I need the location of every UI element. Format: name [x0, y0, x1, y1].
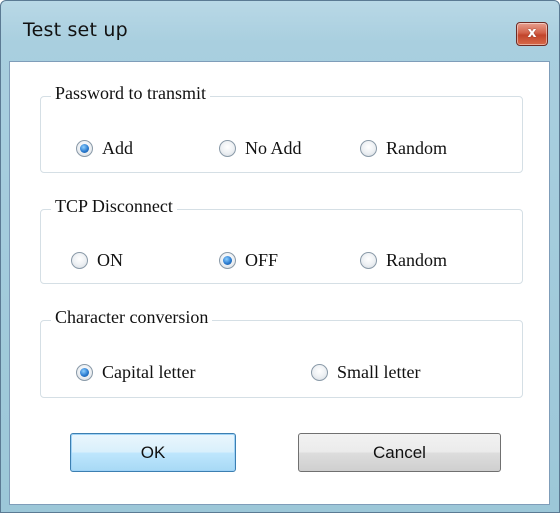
- group-label: Password to transmit: [51, 83, 210, 104]
- radio-password-no-add[interactable]: No Add: [219, 138, 302, 159]
- radio-button-icon[interactable]: [219, 140, 236, 157]
- radio-label: Small letter: [337, 362, 421, 382]
- password-to-transmit-group: Password to transmit Add No Add Random: [40, 83, 523, 173]
- radio-label: Random: [386, 138, 447, 158]
- dialog-client-area: Password to transmit Add No Add Random T…: [9, 61, 550, 505]
- radio-label: Add: [102, 138, 133, 158]
- radio-label: No Add: [245, 138, 302, 158]
- radio-capital-letter[interactable]: Capital letter: [76, 362, 195, 383]
- cancel-button[interactable]: Cancel: [298, 433, 501, 472]
- close-button[interactable]: x: [516, 22, 548, 46]
- radio-button-icon[interactable]: [76, 364, 93, 381]
- radio-button-icon[interactable]: [76, 140, 93, 157]
- radio-tcp-off[interactable]: OFF: [219, 250, 278, 271]
- radio-label: ON: [97, 250, 123, 270]
- window-title: Test set up: [23, 19, 128, 41]
- radio-label: Capital letter: [102, 362, 196, 382]
- radio-button-icon[interactable]: [311, 364, 328, 381]
- ok-button[interactable]: OK: [70, 433, 236, 472]
- radio-button-icon[interactable]: [360, 140, 377, 157]
- radio-button-icon[interactable]: [219, 252, 236, 269]
- radio-tcp-random[interactable]: Random: [360, 250, 447, 271]
- group-label: TCP Disconnect: [51, 196, 177, 217]
- radio-button-icon[interactable]: [360, 252, 377, 269]
- character-conversion-group: Character conversion Capital letter Smal…: [40, 307, 523, 398]
- radio-label: Random: [386, 250, 447, 270]
- radio-password-random[interactable]: Random: [360, 138, 447, 159]
- group-label: Character conversion: [51, 307, 213, 328]
- radio-password-add[interactable]: Add: [76, 138, 133, 159]
- dialog-window: Test set up x Password to transmit Add N…: [0, 0, 560, 513]
- title-bar[interactable]: Test set up x: [1, 1, 559, 61]
- radio-small-letter[interactable]: Small letter: [311, 362, 420, 383]
- close-icon: x: [527, 25, 537, 41]
- radio-label: OFF: [245, 250, 279, 270]
- radio-button-icon[interactable]: [71, 252, 88, 269]
- radio-tcp-on[interactable]: ON: [71, 250, 123, 271]
- tcp-disconnect-group: TCP Disconnect ON OFF Random: [40, 196, 523, 284]
